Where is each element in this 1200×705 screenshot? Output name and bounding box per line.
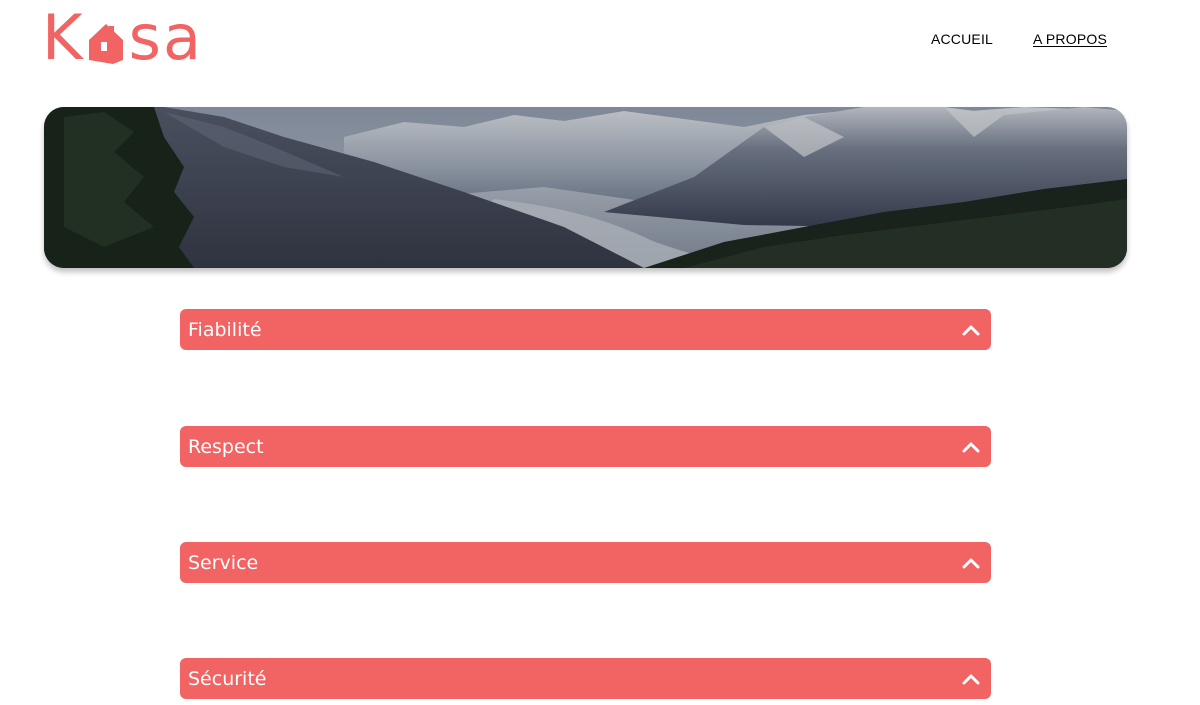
page: K s a ACCUEIL A PROPOS Fiabilité Respect… (0, 0, 1200, 705)
logo-letter-k: K (42, 1, 85, 74)
chevron-up-icon[interactable] (960, 552, 982, 574)
collapse-title: Fiabilité (188, 318, 262, 341)
collapse-title: Service (188, 551, 259, 574)
collapse-title: Respect (188, 435, 264, 458)
house-icon (88, 24, 123, 64)
chevron-up-icon[interactable] (960, 668, 982, 690)
logo[interactable]: K s a (42, 1, 203, 74)
banner-image (44, 107, 1127, 268)
nav-link-accueil[interactable]: ACCUEIL (931, 31, 993, 47)
logo-letter-a: a (162, 1, 203, 74)
header: K s a ACCUEIL A PROPOS (0, 0, 1200, 80)
collapse-fiabilite[interactable]: Fiabilité (180, 309, 991, 350)
collapse-service[interactable]: Service (180, 542, 991, 583)
collapse-respect[interactable]: Respect (180, 426, 991, 467)
logo-letter-s: s (128, 1, 163, 74)
nav-link-a-propos[interactable]: A PROPOS (1033, 31, 1107, 47)
chevron-up-icon[interactable] (960, 436, 982, 458)
collapse-securite[interactable]: Sécurité (180, 658, 991, 699)
main-nav: ACCUEIL A PROPOS (931, 31, 1107, 47)
chevron-up-icon[interactable] (960, 319, 982, 341)
collapse-title: Sécurité (188, 667, 267, 690)
